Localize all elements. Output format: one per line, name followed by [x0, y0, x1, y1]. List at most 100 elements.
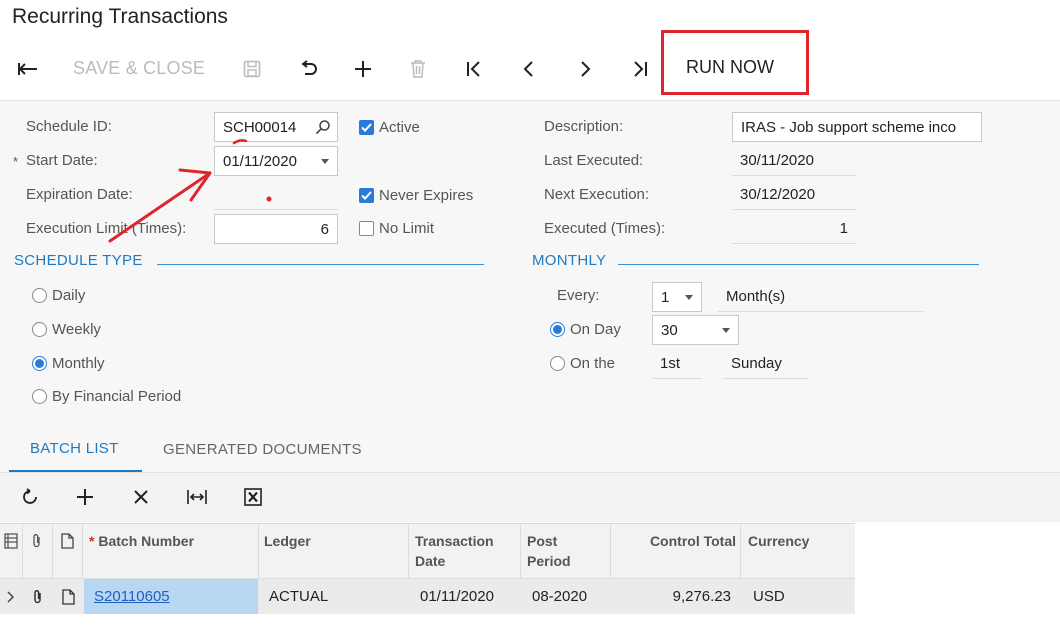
column-label: Period — [527, 553, 571, 569]
column-header-post-period[interactable]: Post Period — [527, 531, 571, 571]
column-header-batch-number[interactable]: * Batch Number — [89, 531, 194, 551]
checkbox-checked-icon[interactable] — [359, 120, 374, 135]
column-label: Transaction — [415, 533, 494, 549]
description-label: Description: — [544, 118, 624, 135]
radio-icon[interactable] — [32, 389, 47, 404]
description-field[interactable]: IRAS - Job support scheme inco — [732, 112, 982, 142]
column-header-control-total[interactable]: Control Total — [612, 531, 736, 551]
active-checkbox[interactable]: Active — [359, 119, 420, 136]
column-divider — [740, 523, 741, 579]
grid-toolbar — [0, 472, 1060, 522]
currency-cell[interactable]: USD — [753, 579, 785, 614]
save-close-button[interactable]: SAVE & CLOSE — [73, 58, 205, 79]
post-period-cell[interactable]: 08-2020 — [532, 579, 587, 614]
page-title: Recurring Transactions — [12, 5, 228, 28]
note-icon[interactable] — [62, 589, 75, 609]
chevron-down-icon[interactable] — [722, 328, 730, 333]
no-limit-checkbox[interactable]: No Limit — [359, 220, 434, 237]
schedule-type-daily-radio[interactable]: Daily — [32, 287, 85, 304]
chevron-down-icon[interactable] — [321, 159, 329, 164]
description-value: IRAS - Job support scheme inco — [741, 118, 957, 136]
expiration-date-field[interactable] — [214, 209, 338, 210]
column-divider — [22, 523, 23, 579]
transaction-date-cell[interactable]: 01/11/2020 — [420, 579, 494, 614]
every-label: Every: — [557, 287, 600, 304]
section-divider — [618, 264, 979, 265]
active-label: Active — [379, 119, 420, 136]
execution-limit-field[interactable]: 6 — [214, 214, 338, 244]
excel-export-icon[interactable] — [239, 484, 267, 510]
start-date-label: Start Date: — [26, 152, 98, 169]
batch-number-link[interactable]: S20110605 — [94, 588, 170, 605]
chevron-down-icon[interactable] — [685, 295, 693, 300]
control-total-cell[interactable]: 9,276.23 — [612, 579, 731, 614]
checkbox-unchecked-icon[interactable] — [359, 221, 374, 236]
radio-icon[interactable] — [32, 288, 47, 303]
ledger-cell[interactable]: ACTUAL — [269, 579, 328, 614]
column-divider — [52, 523, 53, 579]
chevron-right-icon[interactable] — [6, 590, 15, 607]
tab-generated-documents[interactable]: GENERATED DOCUMENTS — [163, 441, 362, 458]
column-divider — [408, 523, 409, 579]
plus-icon[interactable] — [71, 484, 99, 510]
column-label: Date — [415, 553, 446, 569]
paperclip-icon[interactable] — [32, 589, 44, 609]
radio-icon[interactable] — [550, 356, 565, 371]
chevron-right-icon[interactable] — [571, 52, 599, 86]
radio-selected-icon[interactable] — [550, 322, 565, 337]
trash-icon[interactable] — [404, 52, 432, 86]
column-header-ledger[interactable]: Ledger — [264, 531, 311, 551]
chevron-left-icon[interactable] — [515, 52, 543, 86]
on-the-weekday-field[interactable]: Sunday — [723, 349, 808, 379]
first-record-icon[interactable] — [460, 52, 488, 86]
on-the-label: On the — [570, 355, 616, 372]
fit-columns-icon[interactable] — [183, 484, 211, 510]
column-header-transaction-date[interactable]: Transaction Date — [415, 531, 494, 571]
never-expires-checkbox[interactable]: Never Expires — [359, 187, 473, 204]
close-icon[interactable] — [127, 484, 155, 510]
batch-number-cell[interactable]: S20110605 — [94, 579, 170, 614]
on-day-select[interactable]: 30 — [652, 315, 739, 345]
on-day-value: 30 — [661, 321, 678, 339]
paperclip-icon — [31, 533, 43, 553]
refresh-icon[interactable] — [16, 484, 44, 510]
radio-selected-icon[interactable] — [32, 356, 47, 371]
column-divider — [82, 523, 83, 579]
never-expires-label: Never Expires — [379, 187, 474, 204]
radio-icon[interactable] — [32, 322, 47, 337]
column-divider — [610, 523, 611, 579]
undo-icon[interactable] — [294, 52, 322, 86]
on-the-radio[interactable]: On the — [550, 355, 615, 372]
schedule-type-monthly-radio[interactable]: Monthly — [32, 355, 105, 372]
on-the-ordinal-field[interactable]: 1st — [652, 349, 702, 379]
schedule-id-label: Schedule ID: — [26, 118, 112, 135]
on-day-radio[interactable]: On Day — [550, 321, 621, 338]
schedule-type-heading: SCHEDULE TYPE — [14, 252, 143, 269]
schedule-id-value: SCH00014 — [223, 118, 297, 136]
back-arrow-icon[interactable] — [12, 52, 44, 86]
note-icon — [61, 533, 74, 553]
save-icon[interactable] — [238, 52, 266, 86]
search-icon[interactable] — [315, 119, 331, 139]
start-date-value: 01/11/2020 — [223, 152, 297, 170]
radio-label: By Financial Period — [52, 388, 182, 405]
plus-icon[interactable] — [349, 52, 377, 86]
last-record-icon[interactable] — [626, 52, 654, 86]
last-executed-value: 30/11/2020 — [732, 146, 856, 176]
row-selector-icon[interactable] — [4, 533, 18, 553]
column-header-currency[interactable]: Currency — [748, 531, 809, 551]
start-date-field[interactable]: 01/11/2020 — [214, 146, 338, 176]
column-divider — [258, 523, 259, 579]
schedule-type-weekly-radio[interactable]: Weekly — [32, 321, 101, 338]
section-divider — [157, 264, 484, 265]
schedule-id-field[interactable]: SCH00014 — [214, 112, 338, 142]
radio-label: Monthly — [52, 355, 105, 372]
run-now-button[interactable]: RUN NOW — [686, 57, 774, 78]
next-execution-label: Next Execution: — [544, 186, 650, 203]
schedule-type-financial-period-radio[interactable]: By Financial Period — [32, 388, 181, 405]
checkbox-checked-icon[interactable] — [359, 188, 374, 203]
radio-label: Daily — [52, 287, 86, 304]
every-select[interactable]: 1 — [652, 282, 702, 312]
column-label: Batch Number — [98, 533, 195, 549]
tab-batch-list[interactable]: BATCH LIST — [30, 440, 119, 457]
